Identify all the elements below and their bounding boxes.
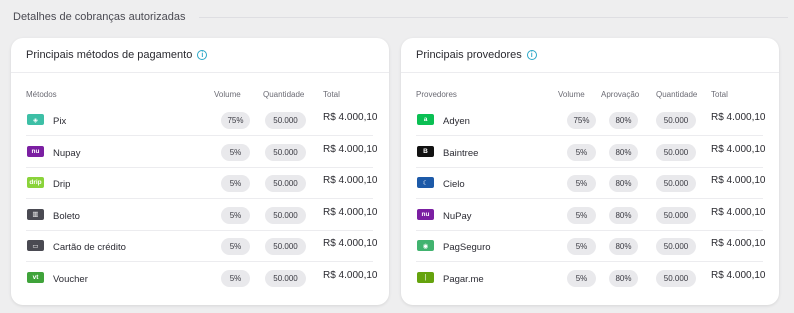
pix-icon: ◈ xyxy=(27,114,44,125)
section-header: Detalhes de cobranças autorizadas xyxy=(13,10,788,24)
volume-badge: 5% xyxy=(567,206,596,224)
section-divider xyxy=(199,16,788,18)
column-header-methods: Métodos xyxy=(26,90,57,99)
table-row[interactable]: a Adyen 75% 80% 50.000 R$ 4.000,10 xyxy=(416,105,766,136)
total-value: R$ 4.000,10 xyxy=(323,238,378,249)
total-value: R$ 4.000,10 xyxy=(323,143,378,155)
section-title: Detalhes de cobranças autorizadas xyxy=(13,11,186,23)
total-value: R$ 4.000,10 xyxy=(323,112,378,123)
column-header-quantity: Quantidade xyxy=(656,90,698,99)
table-row[interactable]: ◈ Pix 75% 50.000 R$ 4.000,10 xyxy=(26,105,378,136)
total-value: R$ 4.000,10 xyxy=(711,112,766,123)
table-row[interactable]: ▭ Cartão de crédito 5% 50.000 R$ 4.000,10 xyxy=(26,231,378,262)
quantity-badge: 50.000 xyxy=(656,206,696,224)
pagarme-icon: ❘ xyxy=(417,271,434,283)
table-row[interactable]: ◉ PagSeguro 5% 80% 50.000 R$ 4.000,10 xyxy=(416,231,766,262)
total-value: R$ 4.000,10 xyxy=(711,175,766,186)
volume-badge: 5% xyxy=(221,143,250,161)
table-row[interactable]: B Baintree 5% 80% 50.000 R$ 4.000,10 xyxy=(416,137,766,168)
quantity-badge: 50.000 xyxy=(656,175,696,192)
boleto-icon: ▥ xyxy=(27,208,44,220)
total-value: R$ 4.000,10 xyxy=(711,238,766,249)
approval-badge: 80% xyxy=(609,175,638,192)
info-icon[interactable]: i xyxy=(197,50,208,60)
volume-badge: 5% xyxy=(567,175,596,192)
row-name: Pagar.me xyxy=(443,273,484,285)
volume-badge: 5% xyxy=(221,206,250,224)
quantity-badge: 50.000 xyxy=(265,112,306,129)
total-value: R$ 4.000,10 xyxy=(323,206,378,218)
card-title: Principais provedores xyxy=(416,49,522,61)
braintree-icon: B xyxy=(417,145,434,157)
row-name: Drip xyxy=(53,179,71,190)
quantity-badge: 50.000 xyxy=(265,269,306,287)
row-name: NuPay xyxy=(443,210,472,222)
adyen-icon: a xyxy=(417,114,434,125)
volume-badge: 5% xyxy=(221,269,250,287)
total-value: R$ 4.000,10 xyxy=(711,143,766,155)
table-row[interactable]: nu Nupay 5% 50.000 R$ 4.000,10 xyxy=(26,137,378,168)
row-name: Voucher xyxy=(53,273,88,285)
row-name: Boleto xyxy=(53,210,80,222)
table-row[interactable]: ☾ Cielo 5% 80% 50.000 R$ 4.000,10 xyxy=(416,168,766,199)
approval-badge: 80% xyxy=(609,112,638,129)
volume-badge: 5% xyxy=(567,269,596,287)
total-value: R$ 4.000,10 xyxy=(711,269,766,281)
quantity-badge: 50.000 xyxy=(265,238,306,255)
approval-badge: 80% xyxy=(609,143,638,161)
nupay-icon: nu xyxy=(417,208,434,220)
column-header-volume: Volume xyxy=(214,90,241,99)
quantity-badge: 50.000 xyxy=(265,175,306,192)
credit-card-icon: ▭ xyxy=(27,240,44,251)
table-row[interactable]: vt Voucher 5% 50.000 R$ 4.000,10 xyxy=(26,263,378,294)
quantity-badge: 50.000 xyxy=(656,238,696,255)
quantity-badge: 50.000 xyxy=(656,112,696,129)
row-name: PagSeguro xyxy=(443,242,491,253)
volume-badge: 75% xyxy=(221,112,250,129)
total-value: R$ 4.000,10 xyxy=(323,175,378,186)
column-header-volume: Volume xyxy=(558,90,585,99)
payment-methods-card: Principais métodos de pagamento i Método… xyxy=(11,38,389,305)
volume-badge: 75% xyxy=(567,112,596,129)
row-name: Pix xyxy=(53,116,67,127)
row-name: Cielo xyxy=(443,179,465,190)
volume-badge: 5% xyxy=(221,238,250,255)
quantity-badge: 50.000 xyxy=(265,143,306,161)
column-header-quantity: Quantidade xyxy=(263,90,305,99)
row-name: Nupay xyxy=(53,147,81,159)
providers-card: Principais provedores i Provedores Volum… xyxy=(401,38,779,305)
volume-badge: 5% xyxy=(567,143,596,161)
quantity-badge: 50.000 xyxy=(656,269,696,287)
row-name: Adyen xyxy=(443,116,470,127)
approval-badge: 80% xyxy=(609,269,638,287)
table-row[interactable]: nu NuPay 5% 80% 50.000 R$ 4.000,10 xyxy=(416,200,766,231)
row-name: Cartão de crédito xyxy=(53,242,126,253)
column-header-total: Total xyxy=(323,90,340,99)
nupay-icon: nu xyxy=(27,145,44,157)
cielo-icon: ☾ xyxy=(417,177,434,188)
table-row[interactable]: drip Drip 5% 50.000 R$ 4.000,10 xyxy=(26,168,378,199)
table-row[interactable]: ❘ Pagar.me 5% 80% 50.000 R$ 4.000,10 xyxy=(416,263,766,294)
quantity-badge: 50.000 xyxy=(265,206,306,224)
column-header-providers: Provedores xyxy=(416,90,457,99)
card-header: Principais métodos de pagamento i xyxy=(11,38,389,73)
info-icon[interactable]: i xyxy=(526,50,537,60)
volume-badge: 5% xyxy=(567,238,596,255)
total-value: R$ 4.000,10 xyxy=(323,269,378,281)
total-value: R$ 4.000,10 xyxy=(711,206,766,218)
pagseguro-icon: ◉ xyxy=(417,240,434,251)
column-header-approval: Aprovação xyxy=(601,90,640,99)
approval-badge: 80% xyxy=(609,238,638,255)
quantity-badge: 50.000 xyxy=(656,143,696,161)
card-header: Principais provedores i xyxy=(401,38,779,73)
voucher-icon: vt xyxy=(27,271,44,283)
column-header-total: Total xyxy=(711,90,728,99)
approval-badge: 80% xyxy=(609,206,638,224)
drip-icon: drip xyxy=(27,177,44,188)
row-name: Baintree xyxy=(443,147,479,159)
volume-badge: 5% xyxy=(221,175,250,192)
card-title: Principais métodos de pagamento xyxy=(26,49,193,61)
table-row[interactable]: ▥ Boleto 5% 50.000 R$ 4.000,10 xyxy=(26,200,378,231)
